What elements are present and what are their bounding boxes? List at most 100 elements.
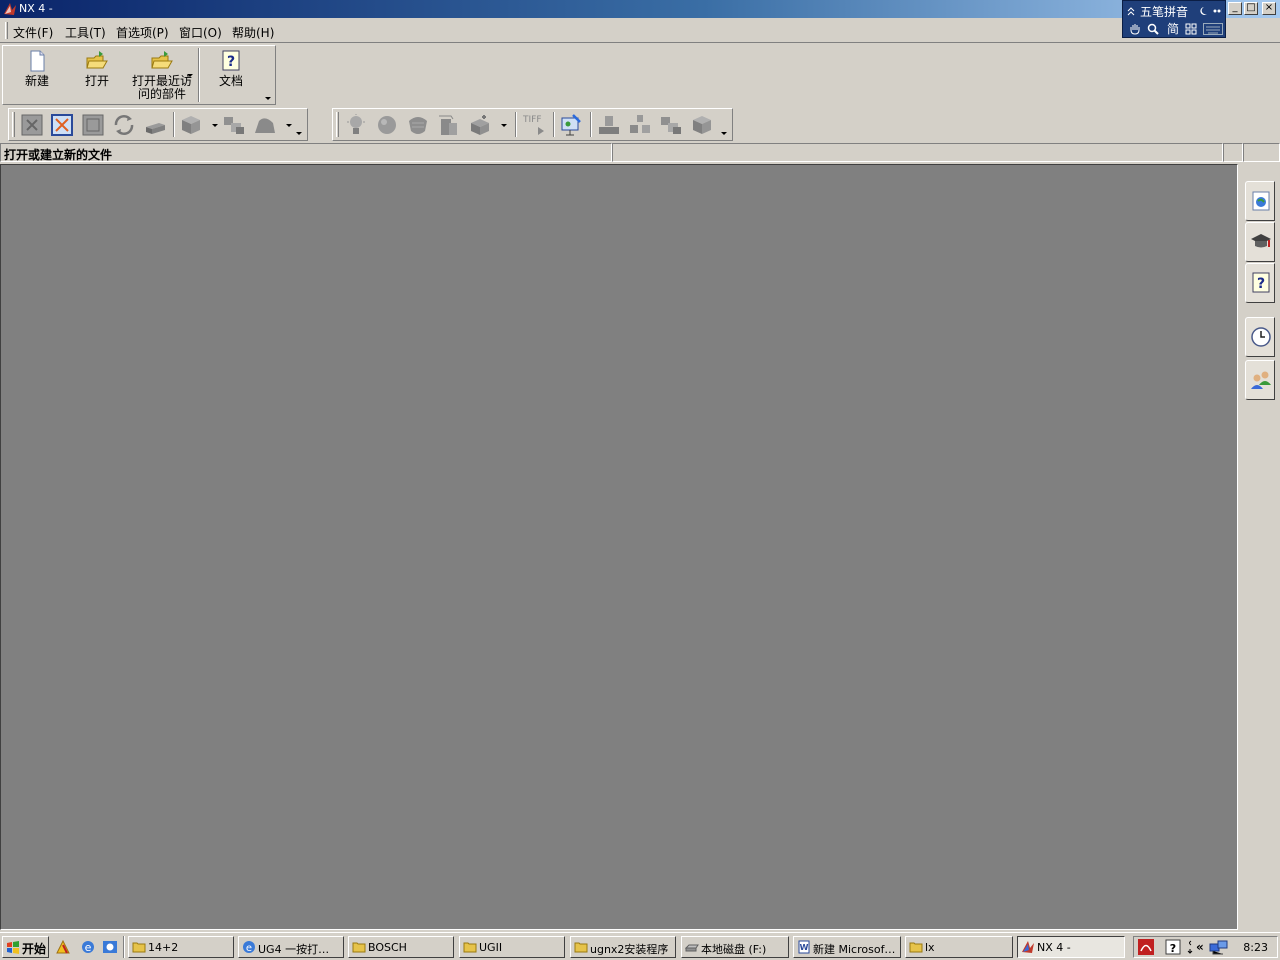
documents-button[interactable]: ? 文档 bbox=[209, 48, 253, 88]
separator bbox=[553, 112, 555, 137]
vis-dropdown-arrow[interactable] bbox=[501, 124, 507, 127]
task-folder-14-2[interactable]: 14+2 bbox=[128, 936, 234, 958]
vis-toolbar-overflow-arrow[interactable] bbox=[721, 132, 727, 135]
view-toolbar-overflow-arrow[interactable] bbox=[296, 132, 302, 135]
resbar-help-tab[interactable]: ? bbox=[1245, 263, 1275, 303]
texture-icon[interactable] bbox=[406, 113, 430, 137]
resource-bar: ? bbox=[1243, 164, 1280, 930]
shade-dropdown-arrow[interactable] bbox=[212, 124, 218, 127]
window-title: NX 4 - bbox=[19, 2, 53, 15]
task-word-document[interactable]: W 新建 Microsof… bbox=[793, 936, 901, 958]
folder-icon bbox=[574, 942, 588, 953]
separator bbox=[590, 112, 592, 137]
status-prompt: 打开或建立新的文件 bbox=[4, 148, 113, 162]
web-browser-icon bbox=[1252, 191, 1270, 211]
recent-dropdown-arrow[interactable] bbox=[187, 74, 193, 77]
svg-text:e: e bbox=[246, 943, 252, 954]
status-cell-end bbox=[1243, 143, 1280, 162]
zoom-window-icon[interactable] bbox=[50, 113, 74, 137]
start-button[interactable]: 开始 bbox=[2, 936, 49, 958]
fit-view-icon[interactable] bbox=[20, 113, 44, 137]
graphics-window[interactable] bbox=[0, 164, 1238, 930]
resbar-web-browser-tab[interactable] bbox=[1245, 181, 1275, 221]
stdbar-overflow-arrow[interactable] bbox=[265, 97, 271, 100]
separator bbox=[515, 112, 517, 137]
open-recent-button[interactable]: 打开最近访 问的部件 bbox=[129, 48, 195, 101]
svg-text:e: e bbox=[85, 941, 92, 954]
shaded-parts-icon[interactable] bbox=[222, 113, 246, 137]
ie-icon: e bbox=[243, 941, 255, 954]
menubar-grip[interactable] bbox=[5, 22, 8, 39]
resbar-history-tab[interactable] bbox=[1245, 317, 1275, 357]
assembly-constraint-icon[interactable] bbox=[628, 113, 652, 137]
taskbar-separator bbox=[123, 936, 125, 958]
close-button[interactable]: × bbox=[1262, 2, 1276, 15]
visualization-toolbar: TIFF bbox=[332, 108, 733, 141]
tray-network-icon[interactable] bbox=[1209, 939, 1229, 955]
menu-file[interactable]: 文件(F) bbox=[13, 24, 53, 41]
material-icon[interactable] bbox=[375, 113, 399, 137]
new-button[interactable]: 新建 bbox=[13, 48, 61, 88]
help-docs-icon: ? bbox=[222, 50, 240, 71]
nx-app-icon bbox=[1022, 941, 1034, 953]
menu-tools[interactable]: 工具(T) bbox=[65, 24, 106, 41]
resbar-roles-tab[interactable] bbox=[1245, 360, 1275, 400]
folder-icon bbox=[132, 942, 146, 953]
open-button[interactable]: 打开 bbox=[75, 48, 119, 88]
tiff-label: TIFF bbox=[523, 115, 542, 125]
status-prompt-cell: 打开或建立新的文件 bbox=[0, 143, 612, 162]
light-bulb-icon[interactable] bbox=[344, 113, 368, 137]
vis-toolbar-grip[interactable] bbox=[336, 112, 339, 137]
task-folder-ugii[interactable]: UGII bbox=[459, 936, 565, 958]
menu-help[interactable]: 帮助(H) bbox=[232, 24, 274, 41]
title-bar[interactable]: NX 4 - _ □ × bbox=[0, 0, 1280, 18]
view-toolbar-grip[interactable] bbox=[12, 112, 15, 137]
task-folder-ugnx2[interactable]: ugnx2安装程序 bbox=[570, 936, 676, 958]
svg-text:?: ? bbox=[1170, 942, 1176, 955]
quicklaunch-ie-icon[interactable]: e bbox=[80, 939, 96, 955]
zoom-icon[interactable] bbox=[81, 113, 105, 137]
task-folder-bosch[interactable]: BOSCH bbox=[348, 936, 454, 958]
tray-help-icon[interactable]: ? bbox=[1165, 939, 1181, 955]
shaded-cube-icon[interactable] bbox=[179, 113, 203, 137]
quicklaunch-show-desktop-icon[interactable] bbox=[55, 939, 73, 955]
resbar-training-tab[interactable] bbox=[1245, 222, 1275, 262]
presentation-icon[interactable] bbox=[559, 113, 583, 137]
shape-dropdown-arrow[interactable] bbox=[286, 124, 292, 127]
minimize-button[interactable]: _ bbox=[1228, 2, 1242, 15]
rotate-icon[interactable] bbox=[112, 113, 136, 137]
pan-icon[interactable] bbox=[143, 113, 167, 137]
help-icon: ? bbox=[1252, 272, 1270, 293]
assembly-box-icon[interactable] bbox=[690, 113, 714, 137]
task-folder-lx[interactable]: lx bbox=[905, 936, 1013, 958]
assembly-add-icon[interactable] bbox=[597, 113, 621, 137]
quicklaunch-outlook-icon[interactable] bbox=[102, 939, 118, 955]
svg-text:?: ? bbox=[1257, 276, 1265, 292]
folder-icon bbox=[463, 942, 477, 953]
clock-icon bbox=[1251, 327, 1271, 347]
documents-label: 文档 bbox=[218, 74, 243, 88]
maximize-button[interactable]: □ bbox=[1244, 2, 1258, 15]
graduation-cap-icon bbox=[1251, 234, 1271, 248]
tray-language-icon[interactable] bbox=[1186, 939, 1194, 956]
moon-punct-icon[interactable] bbox=[1200, 6, 1222, 16]
assembly-components-icon[interactable] bbox=[659, 113, 683, 137]
task-local-disk-f[interactable]: 本地磁盘 (F:) bbox=[681, 936, 789, 958]
svg-text:W: W bbox=[800, 943, 809, 952]
standard-toolbar: 新建 打开 打开最近访 问的部件 ? 文档 bbox=[2, 45, 276, 105]
recent-folder-icon bbox=[151, 51, 173, 69]
svg-text:?: ? bbox=[227, 54, 235, 70]
visualization-icon[interactable] bbox=[468, 113, 492, 137]
collapse-icon[interactable] bbox=[1127, 6, 1135, 16]
task-nx4-active[interactable]: NX 4 - bbox=[1017, 936, 1125, 958]
tray-expand-button[interactable]: « bbox=[1196, 940, 1204, 954]
task-ug4-ie[interactable]: e UG4 一按打… bbox=[238, 936, 344, 958]
tiff-export-icon[interactable]: TIFF bbox=[522, 113, 548, 137]
render-icon[interactable] bbox=[437, 113, 461, 137]
clock[interactable]: 8:23 bbox=[1243, 941, 1268, 954]
ime-name[interactable]: 五笔拼音 bbox=[1140, 3, 1188, 20]
folder-icon bbox=[909, 942, 923, 953]
menu-preferences[interactable]: 首选项(P) bbox=[116, 24, 169, 41]
menu-window[interactable]: 窗口(O) bbox=[179, 24, 222, 41]
shaded-shape-icon[interactable] bbox=[253, 113, 277, 137]
